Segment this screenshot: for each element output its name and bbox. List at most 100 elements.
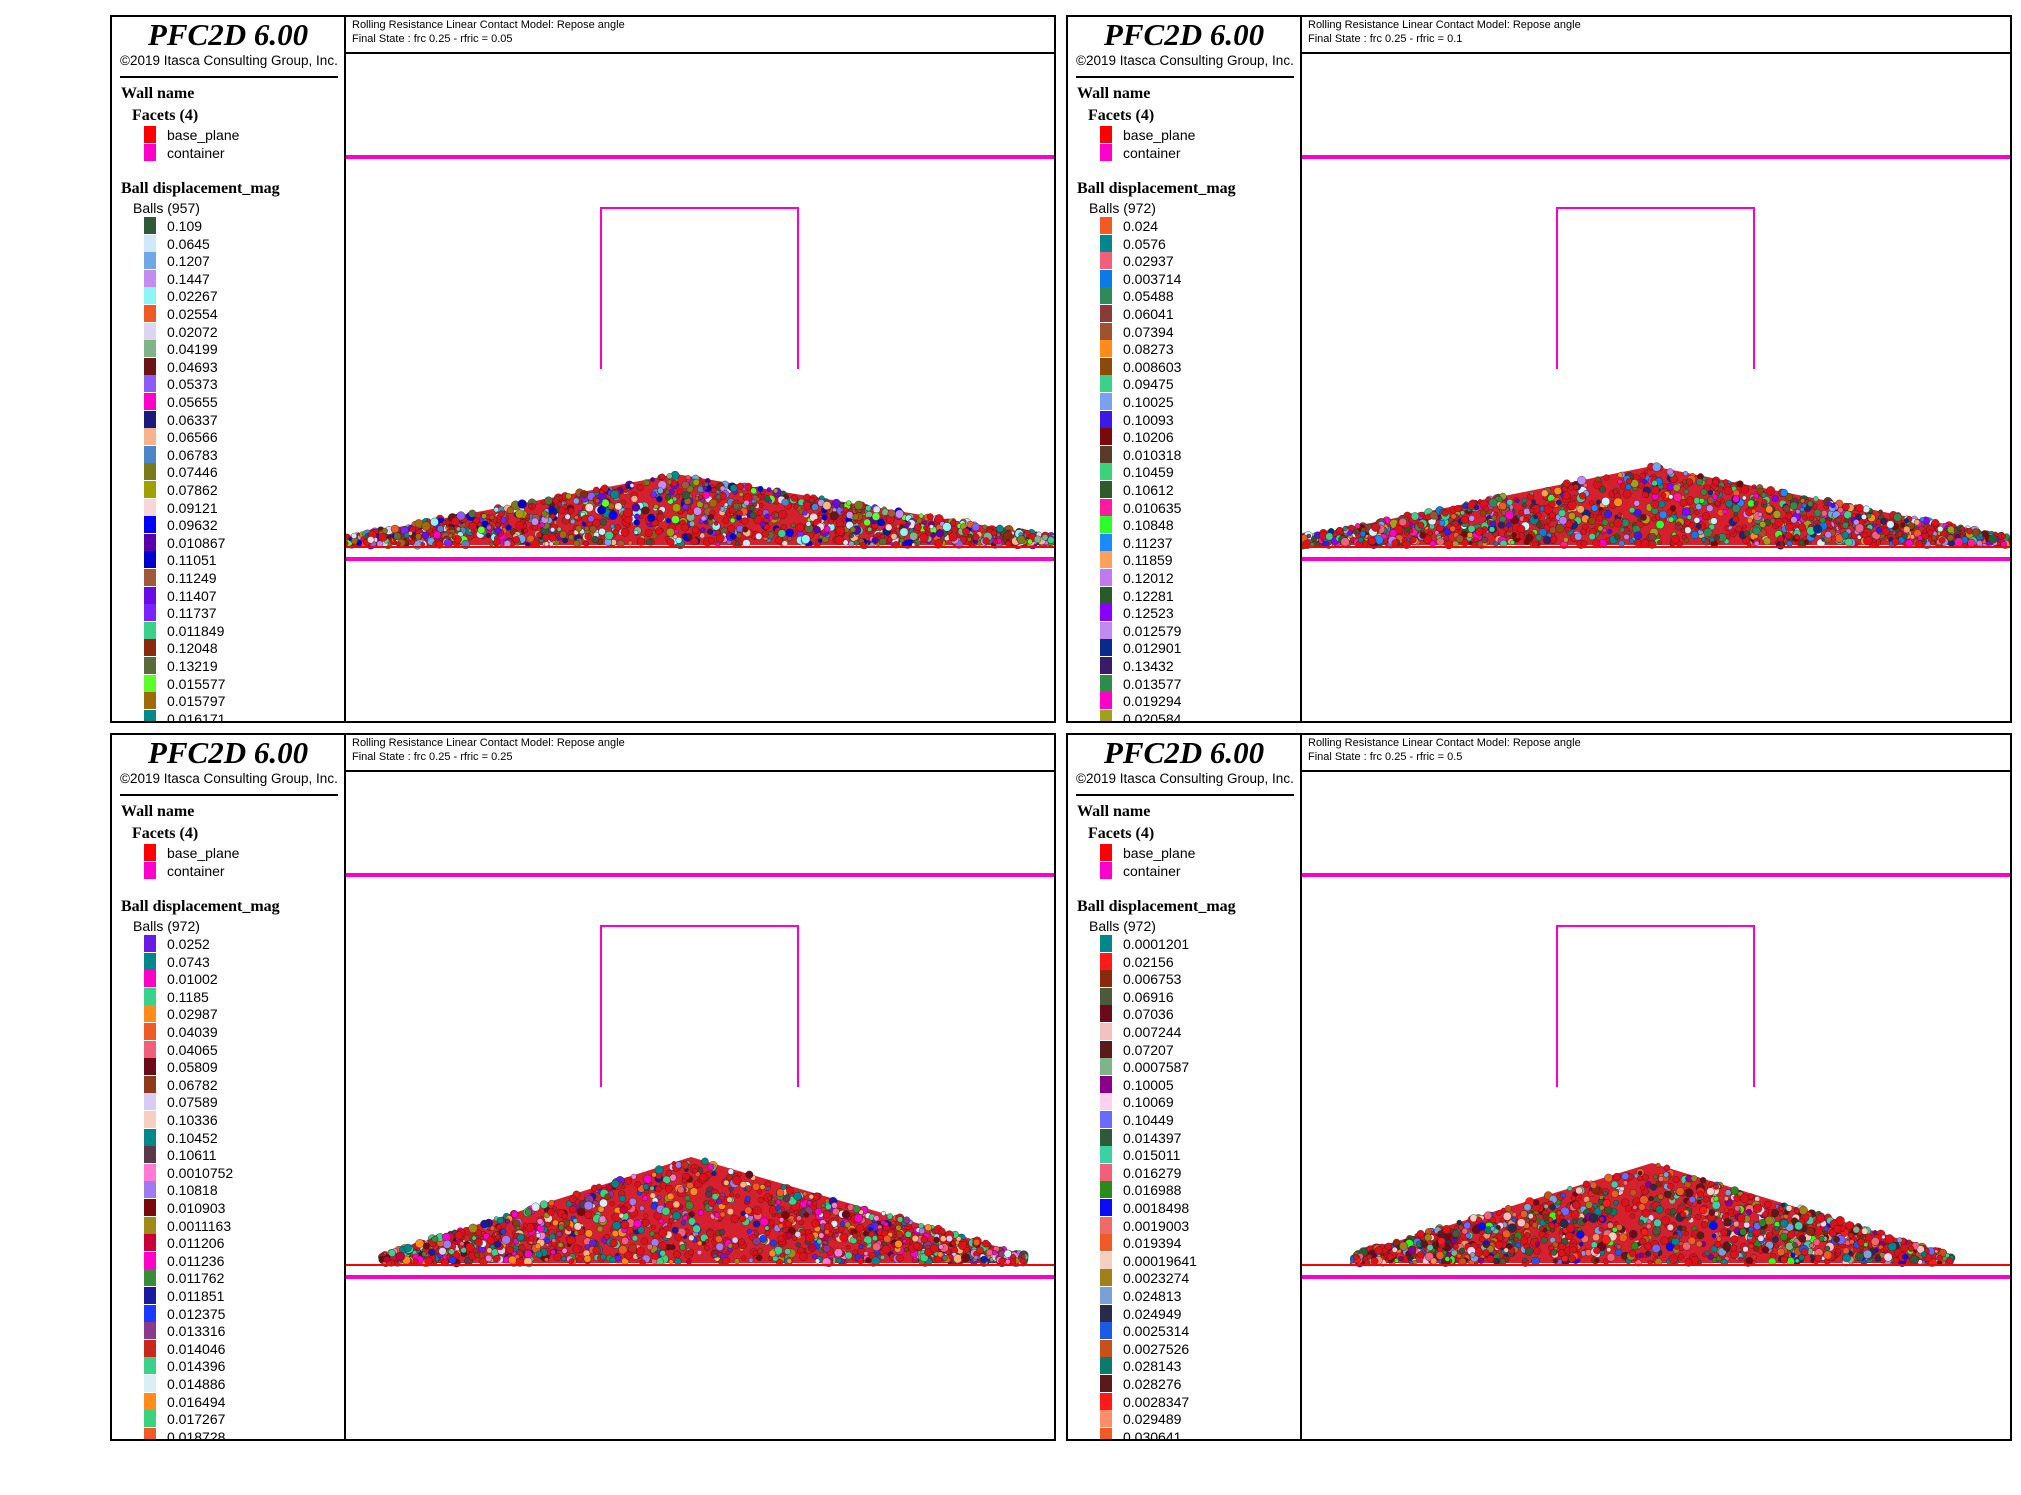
color-swatch [144,269,156,287]
ball-displacement-heading: Ball displacement_mag [1077,898,1236,915]
ball-legend-label: 0.029489 [1123,1411,1182,1428]
ball-legend-label: 0.12048 [167,640,218,657]
color-swatch [1100,1287,1112,1304]
color-swatch [1100,1216,1112,1234]
ball-legend-label: 0.02937 [1123,253,1174,270]
color-swatch [1100,357,1112,375]
ball-legend-label: 0.09632 [167,517,218,534]
ball-legend-label: 0.11051 [167,552,217,569]
color-swatch [1100,1375,1112,1392]
color-swatch [144,970,156,988]
ball-legend-label: 0.015011 [1123,1147,1181,1164]
color-swatch [144,126,156,143]
color-swatch [1100,1111,1112,1128]
balls-count: Balls (972) [133,918,200,934]
ball-legend-label: 0.019394 [1123,1235,1182,1252]
color-swatch [1100,498,1112,516]
color-swatch [144,463,156,481]
wall-label: base_plane [1123,127,1196,143]
ball-legend-label: 0.017267 [167,1411,226,1428]
color-swatch [1100,1181,1112,1199]
color-swatch [144,144,156,161]
color-swatch [144,1075,156,1093]
copyright-text: ©2019 Itasca Consulting Group, Inc. [1076,53,1294,68]
color-swatch [1100,1392,1112,1410]
color-swatch [1100,305,1112,322]
container-hopper-wall [600,207,799,369]
ball-legend-label: 0.013577 [1123,675,1182,692]
ball-legend-label: 0.011849 [167,622,225,639]
ball-legend-label: 0.02267 [167,288,218,305]
color-swatch [1100,1163,1112,1181]
color-swatch [144,844,156,861]
viewport-panel-rfric-0.05: PFC2D 6.00 ©2019 Itasca Consulting Group… [110,15,1056,723]
particle-pile [1302,462,2010,550]
ball-legend-label: 0.008603 [1123,358,1182,375]
ball-legend-label: 0.010867 [167,534,226,551]
balls-count: Balls (972) [1089,200,1156,216]
ball-legend-label: 0.04039 [167,1024,218,1040]
facets-heading: Facets (4) [132,107,199,124]
legend-divider [120,76,338,78]
app-title: PFC2D 6.00 [1103,735,1265,770]
ball-legend-label: 0.02072 [167,323,218,340]
color-swatch [144,586,156,604]
ball-legend-label: 0.10069 [1123,1094,1174,1111]
color-swatch [1100,709,1112,721]
ball-legend-label: 0.10093 [1123,411,1174,428]
color-swatch [1100,621,1112,639]
color-swatch [144,1392,156,1410]
wall-label: container [1123,145,1181,161]
color-swatch [1100,1269,1112,1287]
color-swatch [144,1128,156,1146]
ball-displacement-heading: Ball displacement_mag [1077,180,1236,197]
color-swatch [144,1058,156,1076]
color-swatch [1100,533,1112,551]
app-title: PFC2D 6.00 [147,17,309,52]
ball-legend-label: 0.0019003 [1123,1217,1190,1234]
color-swatch [1100,481,1112,498]
ball-legend-label: 0.04199 [167,341,218,358]
model-view [346,155,1054,561]
ball-legend-label: 0.0027526 [1123,1340,1190,1357]
ball-legend-label: 0.012901 [1123,640,1182,657]
color-swatch [1100,428,1112,446]
color-swatch [144,987,156,1005]
ball-displacement-heading: Ball displacement_mag [121,898,280,915]
app-title: PFC2D 6.00 [147,735,309,770]
ball-legend-label: 0.016279 [1123,1164,1182,1181]
ball-legend-label: 0.0011163 [167,1217,232,1234]
ball-legend-label: 0.030641 [1123,1428,1182,1439]
color-swatch [1100,410,1112,428]
color-swatch [1100,1058,1112,1076]
ball-legend-label: 0.0576 [1123,235,1166,252]
ball-legend-label: 0.00019641 [1123,1252,1197,1269]
plot-area: Rolling Resistance Linear Contact Model:… [346,735,1054,1439]
ball-legend-label: 0.016494 [167,1393,226,1410]
ball-legend-label: 0.10449 [1123,1112,1174,1128]
color-swatch [144,234,156,252]
color-swatch [144,322,156,340]
color-swatch [144,393,156,410]
ball-legend-label: 0.10818 [167,1182,218,1199]
wall-name-heading: Wall name [1077,803,1151,820]
ball-legend-label: 0.0028347 [1123,1393,1190,1410]
color-swatch [1100,322,1112,340]
color-swatch [1100,1410,1112,1428]
color-swatch [1100,1357,1112,1375]
legend-sidebar: PFC2D 6.00 ©2019 Itasca Consulting Group… [1068,735,1302,1439]
color-swatch [144,604,156,622]
ball-legend-label: 0.11249 [167,570,217,586]
color-swatch [1100,269,1112,287]
ball-legend-label: 0.05373 [167,376,218,393]
viewport-panel-rfric-0.1: PFC2D 6.00 ©2019 Itasca Consulting Group… [1066,15,2012,723]
color-swatch [1100,674,1112,692]
viewport-panel-rfric-0.5: PFC2D 6.00 ©2019 Itasca Consulting Group… [1066,733,2012,1441]
container-hopper-wall [1556,925,1755,1087]
color-swatch [1100,987,1112,1005]
color-swatch [144,533,156,551]
ball-legend-label: 0.0001201 [1123,936,1190,952]
wall-name-heading: Wall name [1077,85,1151,102]
copyright-text: ©2019 Itasca Consulting Group, Inc. [120,771,338,786]
color-swatch [1100,1199,1112,1216]
